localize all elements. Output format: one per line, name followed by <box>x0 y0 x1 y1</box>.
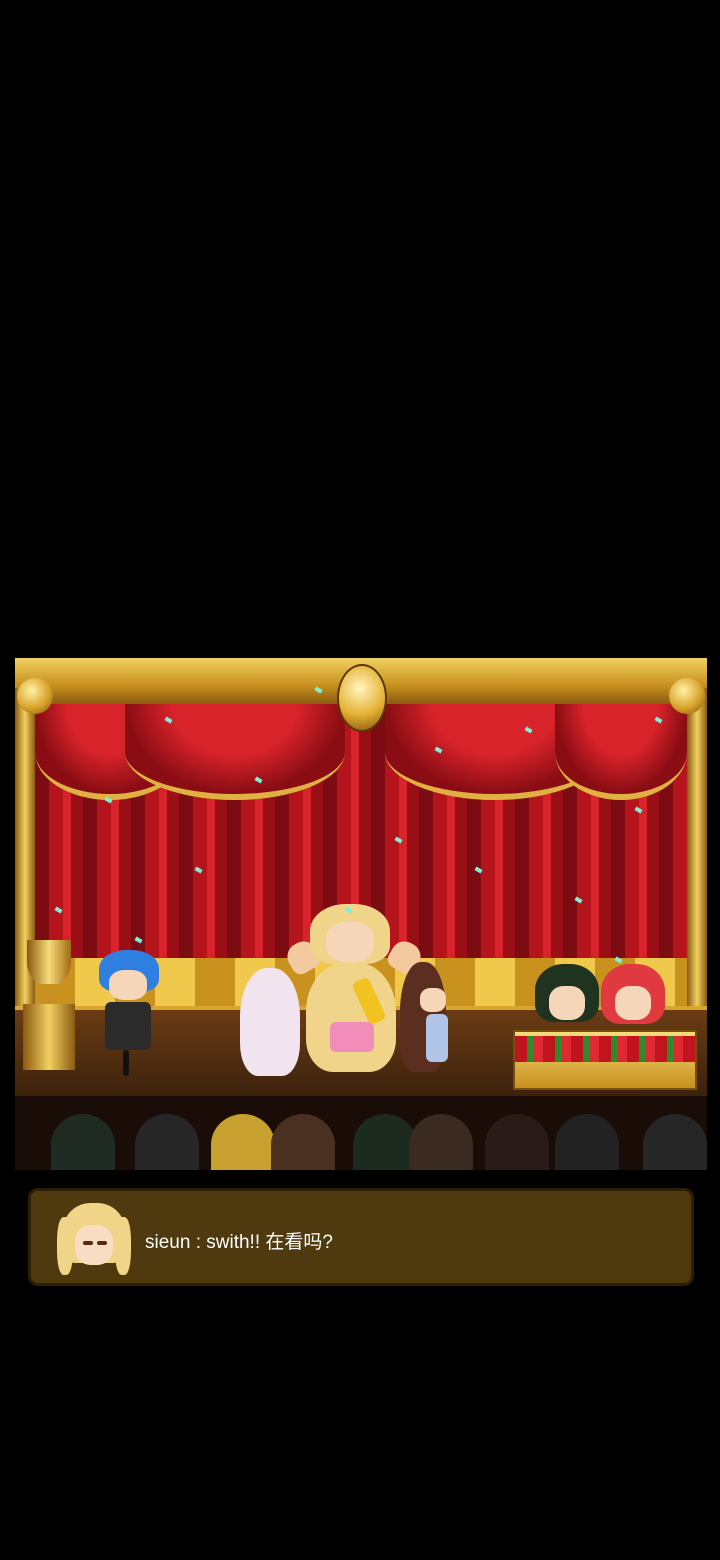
frame-ornament <box>17 678 53 714</box>
dialogue-message: sieun : swith!! 在看吗? <box>145 1232 333 1253</box>
winner-group <box>240 902 480 1078</box>
judge-red-hair <box>601 964 667 1034</box>
curtain-valance <box>125 704 345 800</box>
stage-frame-right <box>687 688 707 1008</box>
trophy-statue <box>23 940 75 1070</box>
frame-gem-ornament <box>337 664 387 732</box>
dialogue-box[interactable]: sieun : swith!! 在看吗? <box>28 1188 694 1286</box>
audience <box>15 1096 707 1170</box>
blonde-girl-portrait-icon <box>57 1203 131 1279</box>
curtain-valance <box>555 704 687 800</box>
judge-dark-hair <box>535 964 601 1034</box>
frame-ornament <box>669 678 705 714</box>
host-character <box>95 950 161 1080</box>
stage-scene[interactable] <box>15 658 707 1170</box>
judges-table <box>513 1030 697 1090</box>
flower-arrangement <box>515 1036 695 1062</box>
